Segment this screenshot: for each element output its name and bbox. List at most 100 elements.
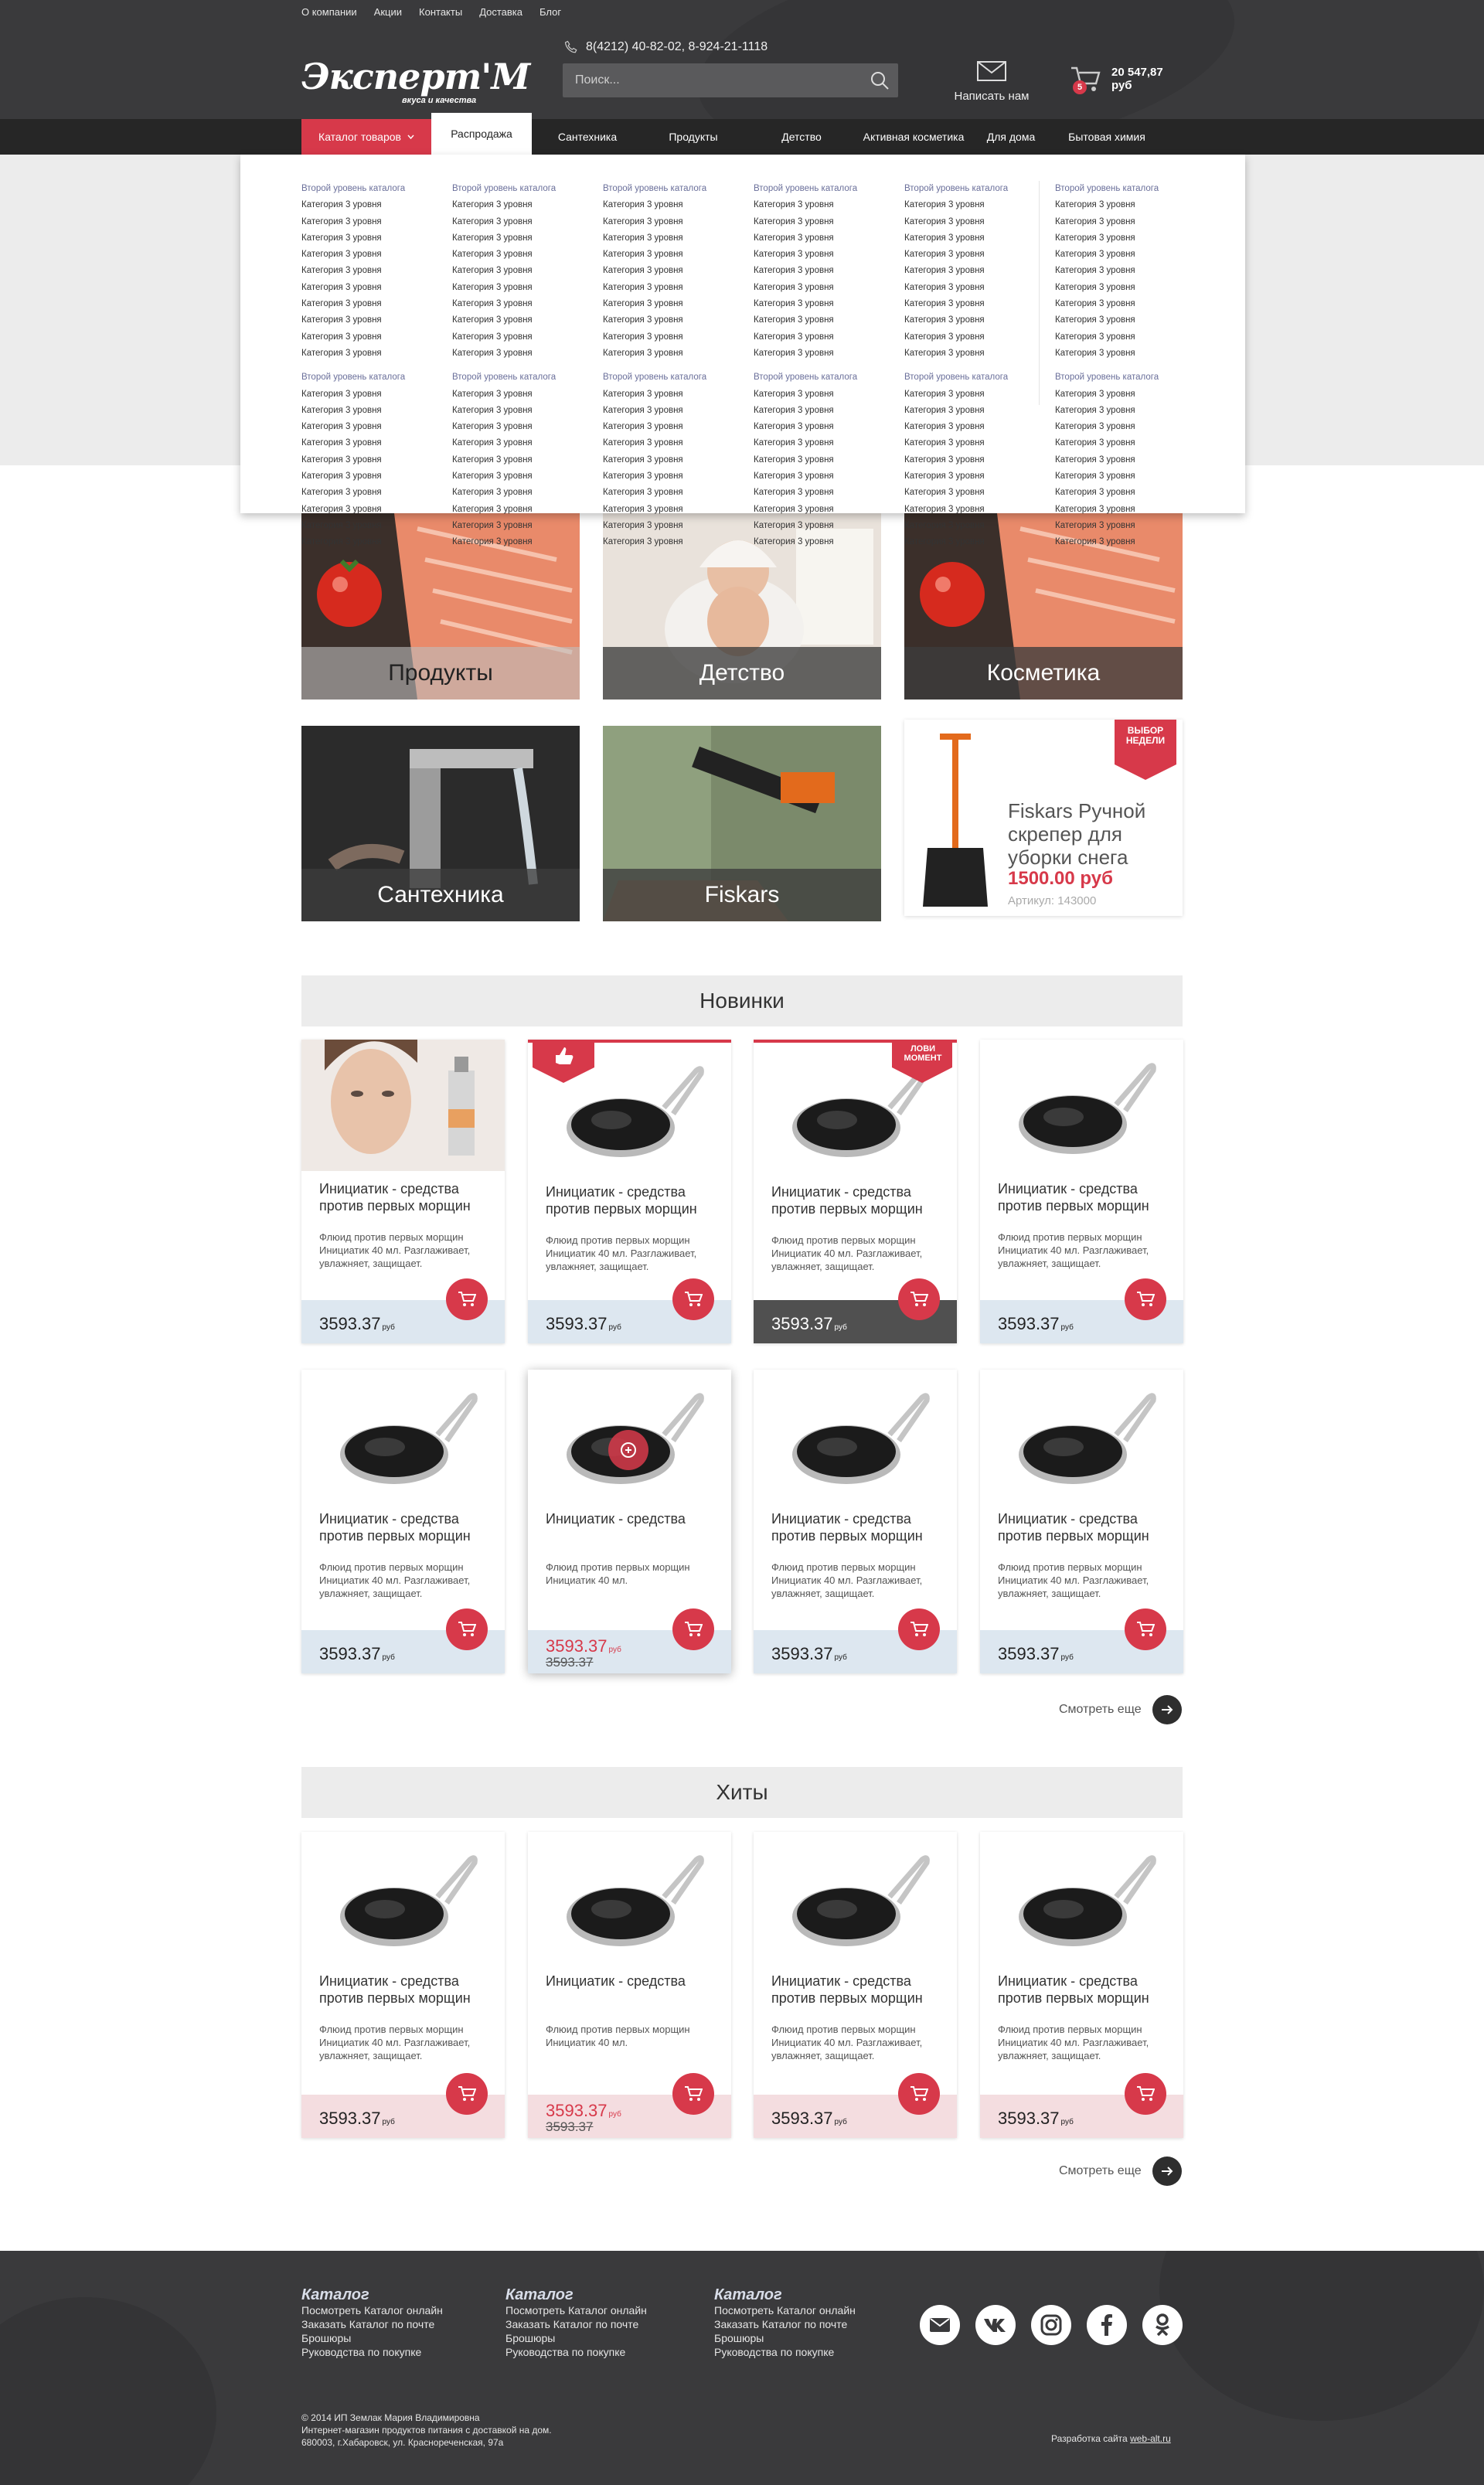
dropdown-item[interactable]: Категория 3 уровня	[301, 280, 452, 296]
dropdown-item[interactable]: Категория 3 уровня	[452, 263, 603, 279]
dropdown-item[interactable]: Категория 3 уровня	[452, 197, 603, 213]
dropdown-item[interactable]: Категория 3 уровня	[603, 502, 754, 518]
dropdown-item[interactable]: Категория 3 уровня	[1055, 403, 1206, 419]
dropdown-item[interactable]: Категория 3 уровня	[754, 346, 904, 362]
add-to-cart-button[interactable]	[672, 1608, 714, 1650]
show-more-hits[interactable]: Смотреть еще	[1059, 2157, 1182, 2186]
dropdown-item[interactable]: Категория 3 уровня	[904, 452, 1055, 468]
dropdown-item[interactable]: Категория 3 уровня	[452, 346, 603, 362]
dropdown-item[interactable]: Категория 3 уровня	[452, 502, 603, 518]
dropdown-item[interactable]: Категория 3 уровня	[904, 214, 1055, 230]
dropdown-item[interactable]: Категория 3 уровня	[452, 518, 603, 534]
footer-link[interactable]: Посмотреть Каталог онлайн	[505, 2303, 647, 2317]
dropdown-item[interactable]: Категория 3 уровня	[452, 312, 603, 328]
dropdown-item[interactable]: Категория 3 уровня	[1055, 518, 1206, 534]
dropdown-item[interactable]: Категория 3 уровня	[1055, 296, 1206, 312]
dropdown-item[interactable]: Категория 3 уровня	[904, 346, 1055, 362]
dropdown-item[interactable]: Категория 3 уровня	[452, 280, 603, 296]
frying-pan-image[interactable]	[528, 1832, 731, 1963]
menu-item-children[interactable]: Детство	[744, 119, 859, 155]
product-card[interactable]: Инициатик - средства против первых морщи…	[980, 1832, 1183, 2138]
product-title[interactable]: Инициатик - средства против первых морщи…	[771, 1183, 949, 1217]
dropdown-item[interactable]: Категория 3 уровня	[904, 518, 1055, 534]
instagram-icon[interactable]	[1031, 2305, 1071, 2345]
footer-link[interactable]: Руководства по покупке	[714, 2345, 856, 2359]
dropdown-item[interactable]: Категория 3 уровня	[1055, 312, 1206, 328]
dropdown-item[interactable]: Категория 3 уровня	[603, 346, 754, 362]
dropdown-item[interactable]: Категория 3 уровня	[904, 502, 1055, 518]
tile-plumbing[interactable]: Сантехника	[301, 726, 580, 921]
dropdown-item[interactable]: Категория 3 уровня	[754, 518, 904, 534]
product-title[interactable]: Инициатик - средства против первых морщи…	[771, 1510, 949, 1544]
menu-item-home[interactable]: Для дома	[968, 119, 1054, 155]
dropdown-item[interactable]: Категория 3 уровня	[754, 534, 904, 550]
dropdown-heading[interactable]: Второй уровень каталога	[452, 181, 603, 197]
dropdown-item[interactable]: Категория 3 уровня	[754, 312, 904, 328]
dropdown-item[interactable]: Категория 3 уровня	[754, 230, 904, 247]
dropdown-item[interactable]: Категория 3 уровня	[452, 419, 603, 435]
add-to-cart-button[interactable]	[898, 1278, 940, 1320]
dropdown-item[interactable]: Категория 3 уровня	[452, 386, 603, 403]
add-to-cart-button[interactable]	[446, 1278, 488, 1320]
dropdown-item[interactable]: Категория 3 уровня	[301, 468, 452, 485]
dropdown-item[interactable]: Категория 3 уровня	[754, 197, 904, 213]
dropdown-item[interactable]: Категория 3 уровня	[301, 312, 452, 328]
dropdown-item[interactable]: Категория 3 уровня	[754, 485, 904, 501]
developer-link[interactable]: web-alt.ru	[1130, 2433, 1171, 2444]
dropdown-item[interactable]: Категория 3 уровня	[904, 263, 1055, 279]
dropdown-heading[interactable]: Второй уровень каталога	[301, 181, 452, 197]
dropdown-item[interactable]: Категория 3 уровня	[754, 502, 904, 518]
dropdown-item[interactable]: Категория 3 уровня	[603, 386, 754, 403]
dropdown-item[interactable]: Категория 3 уровня	[603, 214, 754, 230]
dropdown-item[interactable]: Категория 3 уровня	[301, 386, 452, 403]
dropdown-item[interactable]: Категория 3 уровня	[904, 534, 1055, 550]
dropdown-heading[interactable]: Второй уровень каталога	[1055, 369, 1206, 386]
phone-numbers[interactable]: 8(4212) 40-82-02, 8-924-21-1118	[586, 40, 768, 54]
dropdown-item[interactable]: Категория 3 уровня	[754, 263, 904, 279]
product-card[interactable]: Инициатик - средства против первых морщи…	[980, 1370, 1183, 1673]
dropdown-item[interactable]: Категория 3 уровня	[904, 386, 1055, 403]
dropdown-item[interactable]: Категория 3 уровня	[452, 435, 603, 451]
dropdown-item[interactable]: Категория 3 уровня	[301, 296, 452, 312]
dropdown-item[interactable]: Категория 3 уровня	[452, 452, 603, 468]
dropdown-item[interactable]: Категория 3 уровня	[904, 296, 1055, 312]
dropdown-item[interactable]: Категория 3 уровня	[904, 403, 1055, 419]
add-to-cart-button[interactable]	[898, 1608, 940, 1650]
footer-link[interactable]: Заказать Каталог по почте	[301, 2317, 443, 2331]
dropdown-item[interactable]: Категория 3 уровня	[1055, 485, 1206, 501]
show-more-new[interactable]: Смотреть еще	[1059, 1695, 1182, 1724]
topnav-blog[interactable]: Блог	[539, 6, 561, 18]
dropdown-item[interactable]: Категория 3 уровня	[1055, 247, 1206, 263]
topnav-promos[interactable]: Акции	[374, 6, 402, 18]
search-input[interactable]	[563, 63, 898, 97]
footer-link[interactable]: Брошюры	[714, 2331, 856, 2345]
dropdown-item[interactable]: Категория 3 уровня	[904, 419, 1055, 435]
frying-pan-image[interactable]	[528, 1370, 731, 1501]
facebook-icon[interactable]	[1087, 2305, 1127, 2345]
dropdown-heading[interactable]: Второй уровень каталога	[754, 369, 904, 386]
menu-item-sale[interactable]: Распродажа	[431, 113, 532, 155]
footer-link[interactable]: Посмотреть Каталог онлайн	[301, 2303, 443, 2317]
dropdown-heading[interactable]: Второй уровень каталога	[603, 181, 754, 197]
footer-link[interactable]: Заказать Каталог по почте	[505, 2317, 647, 2331]
mail-social-icon[interactable]	[920, 2305, 960, 2345]
dropdown-item[interactable]: Категория 3 уровня	[301, 452, 452, 468]
product-card[interactable]: Инициатик - средства против первых морщи…	[754, 1832, 957, 2138]
dropdown-item[interactable]: Категория 3 уровня	[603, 419, 754, 435]
add-to-cart-button[interactable]	[1125, 1608, 1166, 1650]
dropdown-item[interactable]: Категория 3 уровня	[1055, 435, 1206, 451]
dropdown-item[interactable]: Категория 3 уровня	[754, 280, 904, 296]
dropdown-item[interactable]: Категория 3 уровня	[904, 247, 1055, 263]
dropdown-heading[interactable]: Второй уровень каталога	[754, 181, 904, 197]
dropdown-item[interactable]: Категория 3 уровня	[754, 247, 904, 263]
dropdown-item[interactable]: Категория 3 уровня	[452, 296, 603, 312]
frying-pan-image[interactable]	[754, 1370, 957, 1501]
dropdown-item[interactable]: Категория 3 уровня	[1055, 502, 1206, 518]
product-title[interactable]: Инициатик - средства	[546, 1973, 723, 1990]
topnav-delivery[interactable]: Доставка	[479, 6, 522, 18]
dropdown-item[interactable]: Категория 3 уровня	[452, 230, 603, 247]
dropdown-item[interactable]: Категория 3 уровня	[301, 518, 452, 534]
menu-item-household-chemicals[interactable]: Бытовая химия	[1054, 119, 1159, 155]
product-card[interactable]: Инициатик - средства против первых морщи…	[528, 1040, 731, 1343]
dropdown-item[interactable]: Категория 3 уровня	[603, 403, 754, 419]
